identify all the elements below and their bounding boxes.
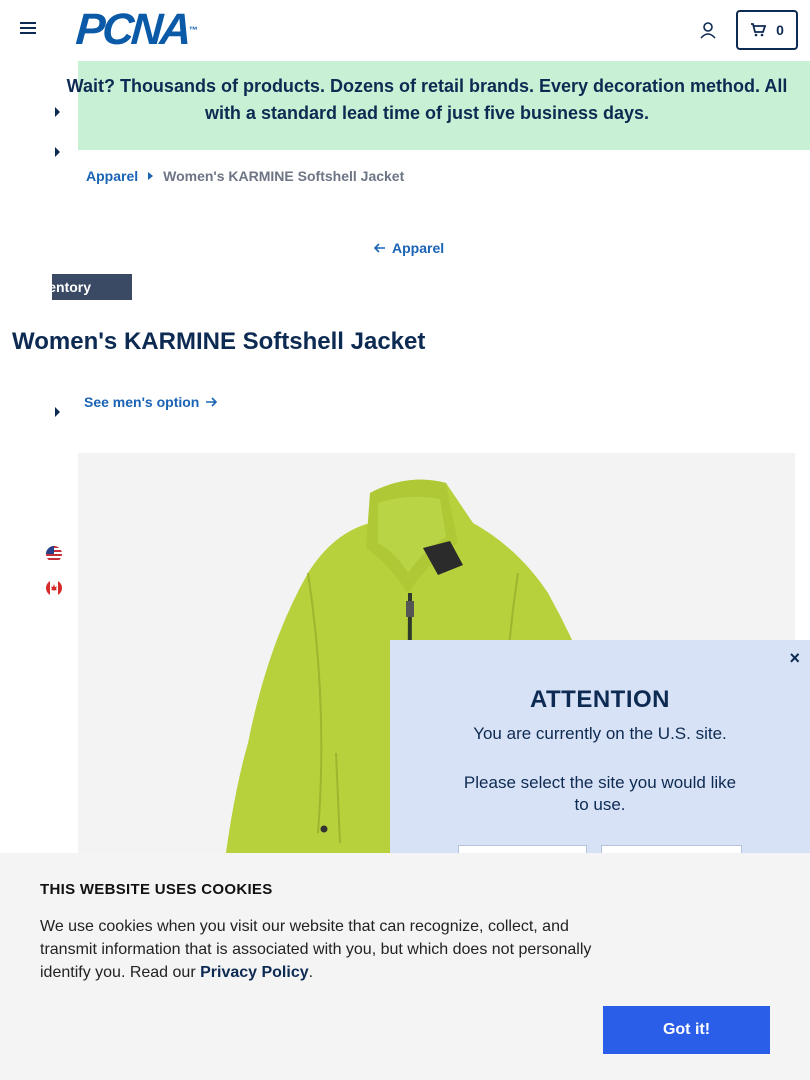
inventory-badge: Inventory (52, 274, 132, 300)
product-title: Women's KARMINE Softshell Jacket (12, 328, 425, 356)
product-title-text: Women's KARMINE Softshell Jacket (12, 328, 426, 355)
mens-option-label: See men's option (84, 394, 200, 410)
cart-icon (751, 23, 767, 37)
modal-title: ATTENTION (529, 686, 671, 713)
arrow-right-icon (206, 397, 218, 407)
mens-option-link[interactable]: See men's option (84, 394, 218, 410)
cookie-period: . (308, 964, 314, 981)
canada-flag-icon[interactable] (46, 580, 62, 596)
privacy-policy-link[interactable]: Privacy Policy (200, 964, 309, 981)
us-flag-icon[interactable] (46, 546, 62, 562)
breadcrumb: Apparel Women's KARMINE Softshell Jacket (86, 168, 404, 184)
caret-right-icon[interactable] (55, 407, 60, 417)
accept-cookies-button[interactable]: Got it! (603, 1006, 770, 1054)
cart-button[interactable]: 0 (736, 10, 798, 50)
inventory-badge-label: Inventory (52, 279, 92, 295)
arrow-left-icon (374, 243, 385, 253)
promo-text: Wait? Thousands of products. Dozens of r… (66, 76, 788, 123)
breadcrumb-caret-icon (148, 172, 154, 180)
cookie-text: We use cookies when you visit our websit… (40, 915, 610, 984)
cookie-banner: THIS WEBSITE USES COOKIES We use cookies… (0, 853, 810, 1080)
modal-current-site-text: You are currently on the U.S. site. (473, 724, 727, 743)
menu-icon[interactable] (20, 22, 36, 36)
pcna-logo[interactable]: PCNA™ (74, 5, 199, 54)
cookie-title: THIS WEBSITE USES COOKIES (40, 881, 273, 898)
breadcrumb-current: Women's KARMINE Softshell Jacket (163, 168, 405, 184)
logo-text: PCNA (74, 5, 191, 54)
promo-banner: Wait? Thousands of products. Dozens of r… (67, 61, 810, 150)
account-icon[interactable] (699, 21, 717, 39)
cookie-body: We use cookies when you visit our websit… (40, 918, 592, 981)
page: PCNA™ 0 Wait? Thousands of products. Doz… (0, 0, 810, 1080)
header: PCNA™ 0 (0, 0, 810, 61)
modal-select-site-text: Please select the site you would like to… (463, 773, 737, 814)
cart-count: 0 (776, 22, 784, 38)
back-to-apparel-link[interactable]: Apparel (374, 240, 444, 256)
breadcrumb-apparel[interactable]: Apparel (86, 168, 138, 184)
caret-right-icon[interactable] (55, 147, 60, 157)
close-icon[interactable]: × (789, 648, 800, 669)
logo-trademark: ™ (188, 25, 199, 35)
site-selection-modal: × ATTENTION You are currently on the U.S… (390, 640, 810, 881)
back-link-label: Apparel (392, 240, 445, 256)
